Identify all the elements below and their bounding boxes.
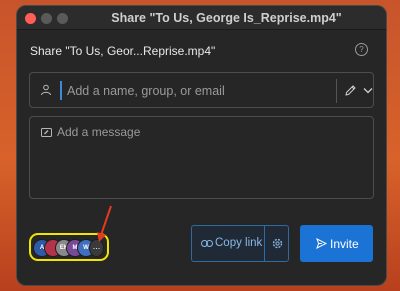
recipient-field[interactable] — [29, 72, 374, 108]
message-input[interactable] — [57, 124, 357, 140]
recipient-input[interactable] — [67, 82, 327, 100]
help-icon[interactable]: ? — [355, 43, 368, 56]
pencil-icon[interactable] — [344, 84, 357, 97]
window-title: Share "To Us, George Is_Reprise.mp4" — [111, 11, 342, 25]
dialog-header: Share "To Us, Geor...Reprise.mp4" — [30, 44, 216, 58]
maximize-window-button[interactable] — [57, 13, 68, 24]
person-icon — [41, 84, 51, 96]
copy-link-button[interactable]: Copy link — [191, 225, 264, 262]
copy-link-label: Copy link — [215, 237, 263, 249]
invite-button[interactable]: Invite — [300, 225, 373, 262]
close-window-button[interactable] — [25, 13, 36, 24]
message-icon — [41, 128, 52, 137]
recipient-divider — [336, 79, 337, 103]
send-icon — [316, 238, 327, 249]
message-field[interactable] — [29, 116, 374, 199]
share-dialog-window: Share "To Us, George Is_Reprise.mp4" Sha… — [16, 5, 387, 286]
link-settings-button[interactable] — [264, 225, 289, 262]
title-bar[interactable]: Share "To Us, George Is_Reprise.mp4" — [17, 6, 386, 30]
minimize-window-button[interactable] — [41, 13, 52, 24]
chevron-down-icon[interactable] — [363, 87, 373, 94]
text-cursor — [60, 81, 62, 100]
invite-label: Invite — [330, 237, 359, 251]
annotation-arrow — [97, 205, 112, 242]
gear-icon — [272, 238, 283, 249]
link-icon — [201, 240, 213, 247]
